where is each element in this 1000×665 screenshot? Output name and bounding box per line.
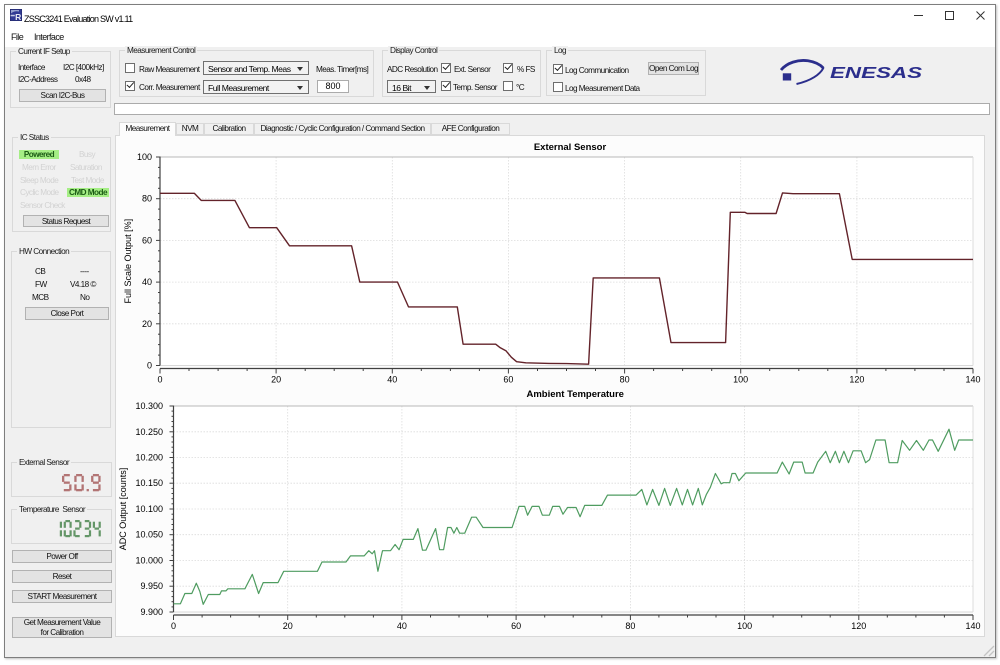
svg-text:100: 100 [733, 375, 748, 385]
svg-text:Full Scale Output [%]: Full Scale Output [%] [123, 219, 133, 304]
svg-text:10.200: 10.200 [135, 453, 163, 463]
svg-text:60: 60 [511, 621, 521, 631]
svg-text:ENESAS: ENESAS [830, 65, 922, 82]
svg-text:60: 60 [503, 375, 513, 385]
svg-text:80: 80 [625, 621, 635, 631]
svg-text:40: 40 [397, 621, 407, 631]
svg-text:20: 20 [271, 375, 281, 385]
svg-text:10.300: 10.300 [135, 401, 163, 411]
svg-text:External Sensor: External Sensor [534, 142, 607, 153]
svg-text:20: 20 [142, 319, 152, 329]
svg-text:0: 0 [147, 361, 152, 371]
svg-text:100: 100 [137, 152, 152, 162]
svg-text:ADC Output [counts]: ADC Output [counts] [118, 468, 128, 551]
svg-text:9.900: 9.900 [140, 607, 163, 617]
svg-text:Ambient Temperature: Ambient Temperature [526, 389, 623, 400]
svg-text:9.950: 9.950 [140, 581, 163, 591]
svg-text:40: 40 [387, 375, 397, 385]
svg-text:140: 140 [965, 621, 980, 631]
svg-text:10.100: 10.100 [135, 504, 163, 514]
svg-text:60: 60 [142, 235, 152, 245]
svg-text:R: R [15, 12, 21, 21]
svg-text:10.250: 10.250 [135, 427, 163, 437]
svg-text:10.150: 10.150 [135, 478, 163, 488]
svg-text:120: 120 [851, 621, 866, 631]
svg-text:80: 80 [142, 194, 152, 204]
svg-text:0: 0 [157, 375, 162, 385]
svg-text:10.050: 10.050 [135, 530, 163, 540]
svg-text:10.000: 10.000 [135, 556, 163, 566]
svg-text:0: 0 [171, 621, 176, 631]
svg-text:120: 120 [849, 375, 864, 385]
svg-text:100: 100 [737, 621, 752, 631]
svg-text:140: 140 [965, 375, 980, 385]
svg-text:40: 40 [142, 277, 152, 287]
svg-text:20: 20 [283, 621, 293, 631]
svg-text:80: 80 [620, 375, 630, 385]
